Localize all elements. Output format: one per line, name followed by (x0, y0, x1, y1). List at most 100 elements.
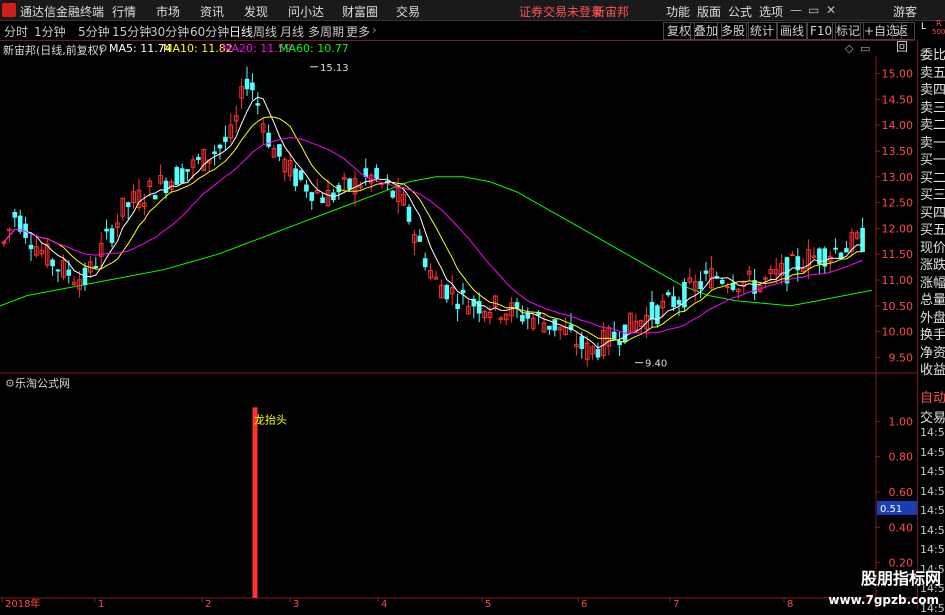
candle-body (790, 254, 795, 257)
stock-name-title: 新宙邦 (593, 5, 630, 19)
price-tick-label-10: 10.00 (882, 326, 914, 339)
ma20-line (3, 136, 863, 334)
menu-gongneng[interactable]: 功能 (666, 3, 690, 20)
candle-body (50, 259, 55, 267)
tick-time-7: 14:56 (920, 523, 945, 537)
candles-group (1, 66, 865, 367)
annotations-group: 15.13 9.40 (310, 63, 667, 370)
menu-hangqing[interactable]: 行情 (112, 3, 136, 20)
candle-body (55, 269, 61, 272)
candle-body (109, 228, 115, 243)
indicator-title: 乐淘公式网 (15, 377, 70, 390)
menu-gongshi[interactable]: 公式 (728, 3, 752, 20)
indicator-tick-label-0: 1.00 (889, 415, 914, 428)
menu-zixun[interactable]: 资讯 (200, 3, 224, 20)
price-tick-label-7: 11.50 (882, 248, 914, 261)
period-5min[interactable]: 5分钟 (78, 23, 110, 40)
quote-field-16: 换手 (920, 328, 945, 343)
gear-icon[interactable]: ⚙ (98, 42, 108, 55)
quote-field-17: 净资 (920, 345, 945, 361)
candle-body (844, 248, 849, 253)
price-tick-label-8: 11.00 (882, 274, 914, 287)
period-60min[interactable]: 60分钟 (190, 23, 229, 40)
period-more[interactable]: 更多 (346, 23, 370, 40)
minimize-icon[interactable]: — (790, 3, 802, 17)
auto-trade-toggle[interactable]: 自动 (920, 387, 945, 406)
period-daily[interactable]: 日线 (229, 23, 253, 40)
candle-body (525, 312, 531, 319)
candle-body (822, 248, 828, 267)
period-toolbar: 分时 1分钟 5分钟 15分钟 30分钟 60分钟 日线 周线 月线 多周期 更… (0, 21, 915, 54)
indicator-tick-label-1: 0.80 (889, 451, 914, 464)
quote-field-9: 买四 (920, 205, 945, 221)
candle-body (185, 169, 190, 172)
signal-label: 龙抬头 (254, 412, 287, 426)
tongji-button[interactable]: 统计 (746, 22, 779, 40)
tick-time-6: 14:56 (920, 504, 945, 517)
period-30min[interactable]: 30分钟 (150, 23, 189, 40)
period-1min[interactable]: 1分钟 (34, 23, 66, 40)
candle-body (649, 301, 655, 320)
date-label-3: 3 (293, 599, 299, 609)
chart-frames (0, 56, 917, 609)
expand-icon[interactable]: ▭ (860, 42, 870, 55)
tick-time-5: 14:56 (920, 484, 945, 498)
close-icon[interactable]: ✕ (826, 3, 836, 17)
period-monthly[interactable]: 月线 (280, 23, 304, 40)
candle-body (223, 136, 228, 142)
user-label[interactable]: 游客 (893, 3, 917, 20)
menu-wenxiaoda[interactable]: 问小达 (288, 3, 324, 20)
candle-body (547, 325, 552, 330)
candle-body (250, 82, 255, 91)
menu-caifuquan[interactable]: 财富圈 (342, 3, 378, 20)
duogu-button[interactable]: 多股 (717, 22, 750, 40)
quote-field-10: 买五 (920, 223, 945, 238)
price-tick-label-9: 10.50 (882, 300, 914, 313)
candle-body (552, 319, 558, 331)
watermark-title: 股朋指标网 (860, 569, 941, 588)
indicator-tick-label-3: 0.40 (889, 521, 914, 534)
quote-field-18: 收益 (920, 363, 945, 378)
huaxian-button[interactable]: 画线 (776, 22, 809, 40)
tick-time-3: 14:56 (920, 445, 945, 459)
period-weekly[interactable]: 周线 (253, 23, 277, 40)
kline-chart[interactable]: 15.13 9.40 15.00 14.50 14.00 13.50 13.00 12.50… (0, 56, 917, 609)
menu-jiaoyi[interactable]: 交易 (396, 3, 420, 20)
trade-label: 交易 (920, 410, 945, 426)
candle-body (304, 184, 309, 192)
back-button[interactable]: 返回 (892, 22, 915, 54)
candle-body (217, 144, 223, 149)
menu-banmian[interactable]: 版面 (697, 3, 721, 20)
price-axis: 15.00 14.50 14.00 13.50 13.00 12.50 12.00 11.50… (876, 67, 914, 365)
candle-body (460, 289, 466, 294)
candle-body (298, 170, 304, 180)
period-fenshi[interactable]: 分时 (4, 23, 28, 40)
candle-body (163, 180, 169, 194)
candle-body (784, 257, 790, 284)
maximize-icon[interactable]: ▭ (808, 3, 819, 17)
candle-body (730, 282, 736, 290)
period-multi[interactable]: 多周期 (308, 23, 344, 40)
price-tick-label-5: 12.50 (882, 197, 914, 210)
quote-field-15: 外盘 (920, 310, 945, 326)
candle-body (255, 103, 261, 106)
menu-faxian[interactable]: 发现 (244, 3, 268, 20)
menu-shichang[interactable]: 市场 (156, 3, 180, 20)
menu-xuanxiang[interactable]: 选项 (759, 3, 783, 20)
candle-body (617, 341, 622, 346)
diamond-icon[interactable]: ◇ (845, 42, 853, 55)
candle-body (152, 195, 158, 200)
more-arrow-icon[interactable]: › (372, 23, 377, 37)
login-warning[interactable]: 证券交易未登录 (519, 3, 603, 20)
price-tick-label-3: 13.50 (882, 145, 914, 158)
indicator-subchart: ⚙ 乐淘公式网1.000.800.600.400.20龙抬头0.51 (5, 377, 917, 598)
period-15min[interactable]: 15分钟 (112, 23, 151, 40)
candle-body (196, 156, 201, 160)
tick-time-2: 14:56 (920, 426, 945, 439)
panel-l-label[interactable]: L (921, 22, 926, 32)
price-tick-label-2: 14.00 (882, 119, 914, 132)
panel-r-label[interactable]: R (936, 19, 942, 28)
candle-body (763, 277, 768, 280)
date-axis: 2018年 1 2 3 4 5 6 7 8 (1, 597, 793, 609)
candle-body (28, 244, 34, 250)
